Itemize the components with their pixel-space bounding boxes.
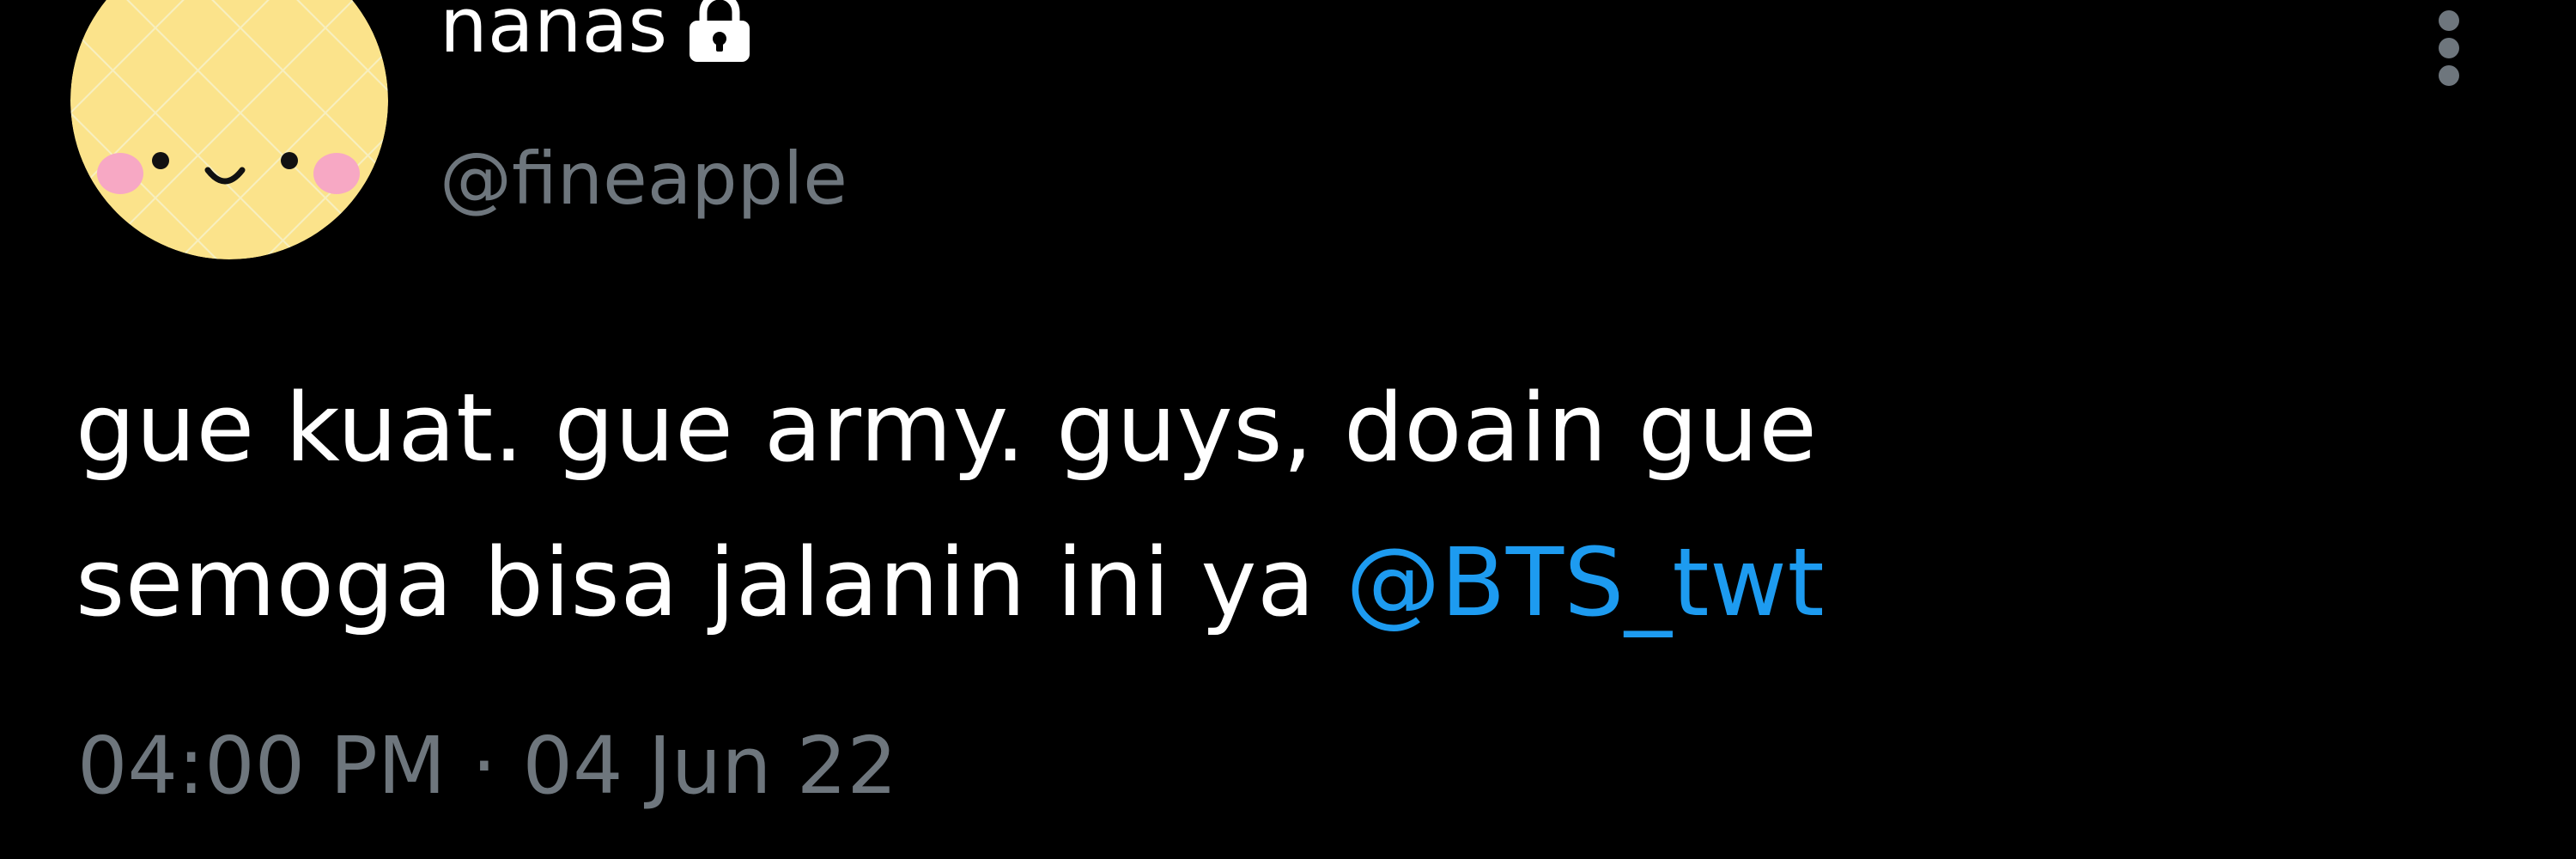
- mention-link[interactable]: @BTS_twt: [1346, 527, 1825, 637]
- tweet-timestamp[interactable]: 04:00 PM · 04 Jun 22: [77, 727, 897, 806]
- smiling-pineapple-avatar-icon: [70, 0, 388, 259]
- tweet-text-line: semoga bisa jalanin ini ya @BTS_twt: [76, 505, 2394, 660]
- display-name[interactable]: nanas: [440, 0, 667, 64]
- more-vertical-icon: [2439, 10, 2459, 31]
- meta-separator: ·: [471, 720, 497, 812]
- more-vertical-icon: [2439, 65, 2459, 86]
- tweet-text-line: gue kuat. gue army. guys, doain gue: [76, 373, 1818, 483]
- more-options-button[interactable]: [2423, 3, 2475, 89]
- lock-icon: [681, 0, 758, 64]
- author-handle[interactable]: @fineapple: [440, 143, 848, 215]
- more-vertical-icon: [2439, 38, 2459, 58]
- avatar[interactable]: [70, 0, 388, 259]
- tweet-card: nanas @fineapple gue kuat. gue army. guy…: [0, 0, 2576, 859]
- tweet-text-segment: semoga bisa jalanin ini ya: [76, 527, 1346, 637]
- tweet-time[interactable]: 04:00 PM: [77, 727, 446, 806]
- tweet-date[interactable]: 04 Jun 22: [522, 727, 896, 806]
- author-name-row[interactable]: nanas: [440, 0, 758, 77]
- tweet-text: gue kuat. gue army. guys, doain gue semo…: [76, 350, 2394, 660]
